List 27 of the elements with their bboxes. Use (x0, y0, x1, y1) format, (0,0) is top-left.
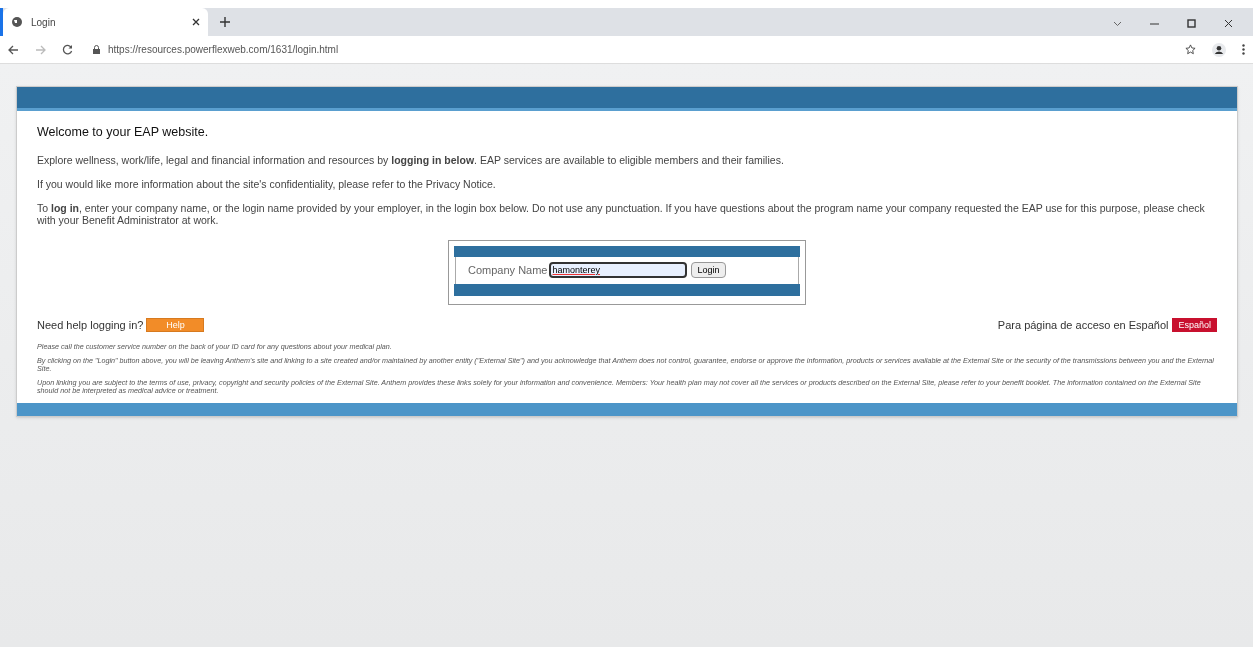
minimize-icon[interactable] (1150, 22, 1159, 25)
intro-paragraph: Explore wellness, work/life, legal and financial information and resources by logging in below. EAP services are available to eligible members and their families. (37, 153, 785, 166)
intro-paragraph: If you would like more information about the site's confidentiality, please refer to the Privacy Notice. (37, 177, 497, 190)
dropdown-icon[interactable] (1113, 20, 1122, 27)
url-text: https://resources.powerflexweb.com/1631/login.html (108, 43, 339, 57)
intro-paragraph: To log in, enter your company name, or the login name provided by your employer, in the login box below. Do not use any punctuation. If you have questions about the program name your company requested the EAP use for this purpose, please check with your Benefit Administrator at work. (37, 201, 1206, 226)
spanish-button[interactable]: Español (1172, 318, 1217, 332)
star-icon[interactable] (1185, 44, 1196, 55)
lock-icon (93, 45, 100, 54)
close-icon[interactable] (1224, 19, 1233, 28)
field-label: Company Name (468, 263, 548, 278)
login-button[interactable]: Login (691, 262, 726, 279)
menu-icon[interactable] (1242, 44, 1245, 55)
browser-tab[interactable]: Login (3, 8, 208, 36)
address-bar[interactable]: https://resources.powerflexweb.com/1631/login.html (89, 38, 1169, 61)
globe-icon (11, 16, 23, 28)
reload-icon[interactable] (62, 44, 73, 55)
spanish-prompt: Para página de acceso en Español (997, 317, 1169, 333)
tab-title: Login (31, 15, 56, 30)
new-tab-icon[interactable] (220, 17, 230, 27)
company-name-field[interactable]: hamonterey (549, 262, 688, 279)
profile-icon[interactable] (1212, 42, 1226, 57)
help-prompt: Need help logging in? (37, 317, 144, 333)
close-icon[interactable] (192, 18, 200, 26)
maximize-icon[interactable] (1187, 19, 1196, 28)
back-icon[interactable] (8, 44, 19, 55)
page-heading: Welcome to your EAP website. (37, 124, 210, 141)
